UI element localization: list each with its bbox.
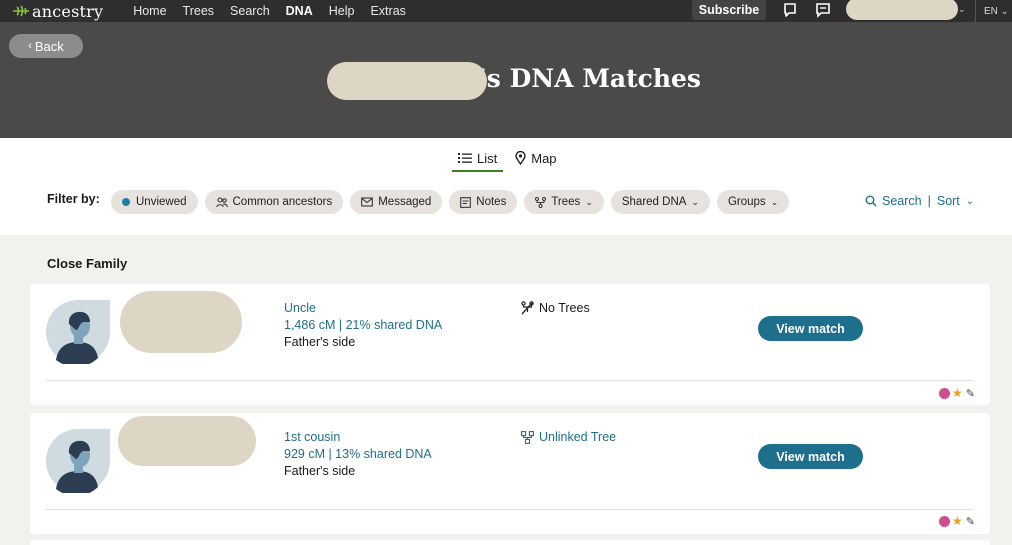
no-tree-icon xyxy=(521,301,534,315)
filter-common-ancestors[interactable]: Common ancestors xyxy=(204,190,344,214)
divider xyxy=(46,509,974,510)
relationship[interactable]: 1st cousin xyxy=(284,429,432,446)
controls-bar: List Map Filter by: Unviewed Common ance… xyxy=(0,138,1012,235)
filter-common-ancestors-label: Common ancestors xyxy=(232,196,333,208)
shared-dna[interactable]: 1,486 cM | 21% shared DNA xyxy=(284,317,442,334)
pencil-icon[interactable]: ✎ xyxy=(966,387,975,400)
redacted-name xyxy=(120,291,242,353)
match-card: Uncle 1,486 cM | 21% shared DNA Father's… xyxy=(30,284,990,405)
star-icon[interactable]: ★ xyxy=(952,386,963,400)
search-sort-control[interactable]: Search | Sort ⌄ xyxy=(865,194,974,208)
nav-trees[interactable]: Trees xyxy=(175,0,223,22)
chevron-down-icon[interactable]: ⌄ xyxy=(958,4,966,15)
filter-shared-dna-label: Shared DNA xyxy=(621,196,687,208)
filter-groups[interactable]: Groups ⌄ xyxy=(716,190,790,214)
main-nav-links: Home Trees Search DNA Help Extras xyxy=(125,0,414,25)
tree-icon xyxy=(535,196,547,208)
side: Father's side xyxy=(284,464,356,478)
nav-help[interactable]: Help xyxy=(321,0,363,22)
tree-status: No Trees xyxy=(521,301,590,315)
star-icon[interactable]: ★ xyxy=(952,514,963,528)
tree-status[interactable]: Unlinked Tree xyxy=(521,430,616,444)
filter-chips: Unviewed Common ancestors Messaged Notes xyxy=(111,190,796,214)
message-icon[interactable] xyxy=(815,2,831,18)
filter-trees[interactable]: Trees ⌄ xyxy=(524,190,604,214)
pencil-icon[interactable]: ✎ xyxy=(966,515,975,528)
nav-home[interactable]: Home xyxy=(125,0,174,22)
account-menu[interactable] xyxy=(846,0,958,20)
top-nav: ancestry Home Trees Search DNA Help Extr… xyxy=(0,0,1012,25)
match-card xyxy=(30,540,990,545)
brand-name: ancestry xyxy=(32,1,104,21)
chevron-down-icon: ⌄ xyxy=(585,196,593,207)
match-marks: ★ ✎ xyxy=(939,386,975,400)
chevron-left-icon: ‹ xyxy=(28,40,32,52)
filter-messaged-label: Messaged xyxy=(378,196,432,208)
divider xyxy=(46,380,974,381)
view-match-button[interactable]: View match xyxy=(758,316,863,341)
language-selector[interactable]: EN ⌄ xyxy=(975,0,1008,22)
chevron-down-icon: ⌄ xyxy=(770,196,779,207)
chevron-down-icon: ⌄ xyxy=(1000,5,1009,16)
redacted-name xyxy=(327,62,487,100)
filter-shared-dna[interactable]: Shared DNA ⌄ xyxy=(610,190,710,214)
people-icon xyxy=(215,196,228,207)
map-pin-icon xyxy=(515,151,526,165)
redacted-name xyxy=(118,416,256,466)
chevron-down-icon: ⌄ xyxy=(965,195,975,207)
back-button[interactable]: ‹ Back xyxy=(9,34,83,58)
subscribe-button[interactable]: Subscribe xyxy=(692,0,766,20)
tab-list-label: List xyxy=(477,150,498,166)
avatar[interactable] xyxy=(46,300,110,364)
nav-search[interactable]: Search xyxy=(222,0,278,22)
note-icon xyxy=(460,196,472,208)
search-icon xyxy=(865,195,877,207)
group-dot-icon[interactable] xyxy=(939,387,951,399)
tab-map-label: Map xyxy=(531,150,557,166)
relationship[interactable]: Uncle xyxy=(284,300,442,317)
filter-unviewed-label: Unviewed xyxy=(136,196,187,208)
separator: | xyxy=(927,194,931,208)
sort-label[interactable]: Sort xyxy=(937,194,960,208)
view-tabs: List Map xyxy=(452,147,569,172)
filter-label: Filter by: xyxy=(47,192,100,206)
filter-groups-label: Groups xyxy=(727,196,766,208)
relationship-info: 1st cousin 929 cM | 13% shared DNA Fathe… xyxy=(284,429,432,480)
language-label: EN xyxy=(984,5,998,17)
ancestry-logo[interactable]: ancestry xyxy=(12,2,103,21)
filter-notes-label: Notes xyxy=(476,196,507,208)
tree-status-label: No Trees xyxy=(539,301,590,315)
unlinked-tree-icon xyxy=(521,430,534,444)
relationship-info: Uncle 1,486 cM | 21% shared DNA Father's… xyxy=(284,300,442,351)
group-dot-icon[interactable] xyxy=(939,515,951,527)
filter-unviewed[interactable]: Unviewed xyxy=(111,190,198,214)
section-title: Close Family xyxy=(47,256,128,271)
view-match-button[interactable]: View match xyxy=(758,444,863,469)
search-label[interactable]: Search xyxy=(882,194,922,208)
nav-dna[interactable]: DNA xyxy=(277,0,321,25)
side: Father's side xyxy=(284,335,356,349)
list-icon xyxy=(458,153,472,163)
chevron-down-icon: ⌄ xyxy=(691,196,699,207)
back-label: Back xyxy=(34,38,64,54)
nav-extras[interactable]: Extras xyxy=(362,0,413,22)
chat-icon[interactable] xyxy=(782,2,798,18)
tree-status-label: Unlinked Tree xyxy=(539,430,617,444)
leaf-logo-icon xyxy=(13,5,29,17)
filter-notes[interactable]: Notes xyxy=(449,190,518,214)
shared-dna[interactable]: 929 cM | 13% shared DNA xyxy=(284,446,432,463)
title-row: n's DNA Matches xyxy=(0,64,1012,93)
envelope-icon xyxy=(361,197,374,207)
unviewed-dot-icon xyxy=(122,198,130,206)
tab-list[interactable]: List xyxy=(452,147,504,172)
avatar[interactable] xyxy=(46,429,110,493)
match-card: 1st cousin 929 cM | 13% shared DNA Fathe… xyxy=(30,413,990,534)
match-marks: ★ ✎ xyxy=(939,514,975,528)
filter-messaged[interactable]: Messaged xyxy=(350,190,443,214)
filter-trees-label: Trees xyxy=(551,196,581,208)
tab-map[interactable]: Map xyxy=(509,147,562,169)
